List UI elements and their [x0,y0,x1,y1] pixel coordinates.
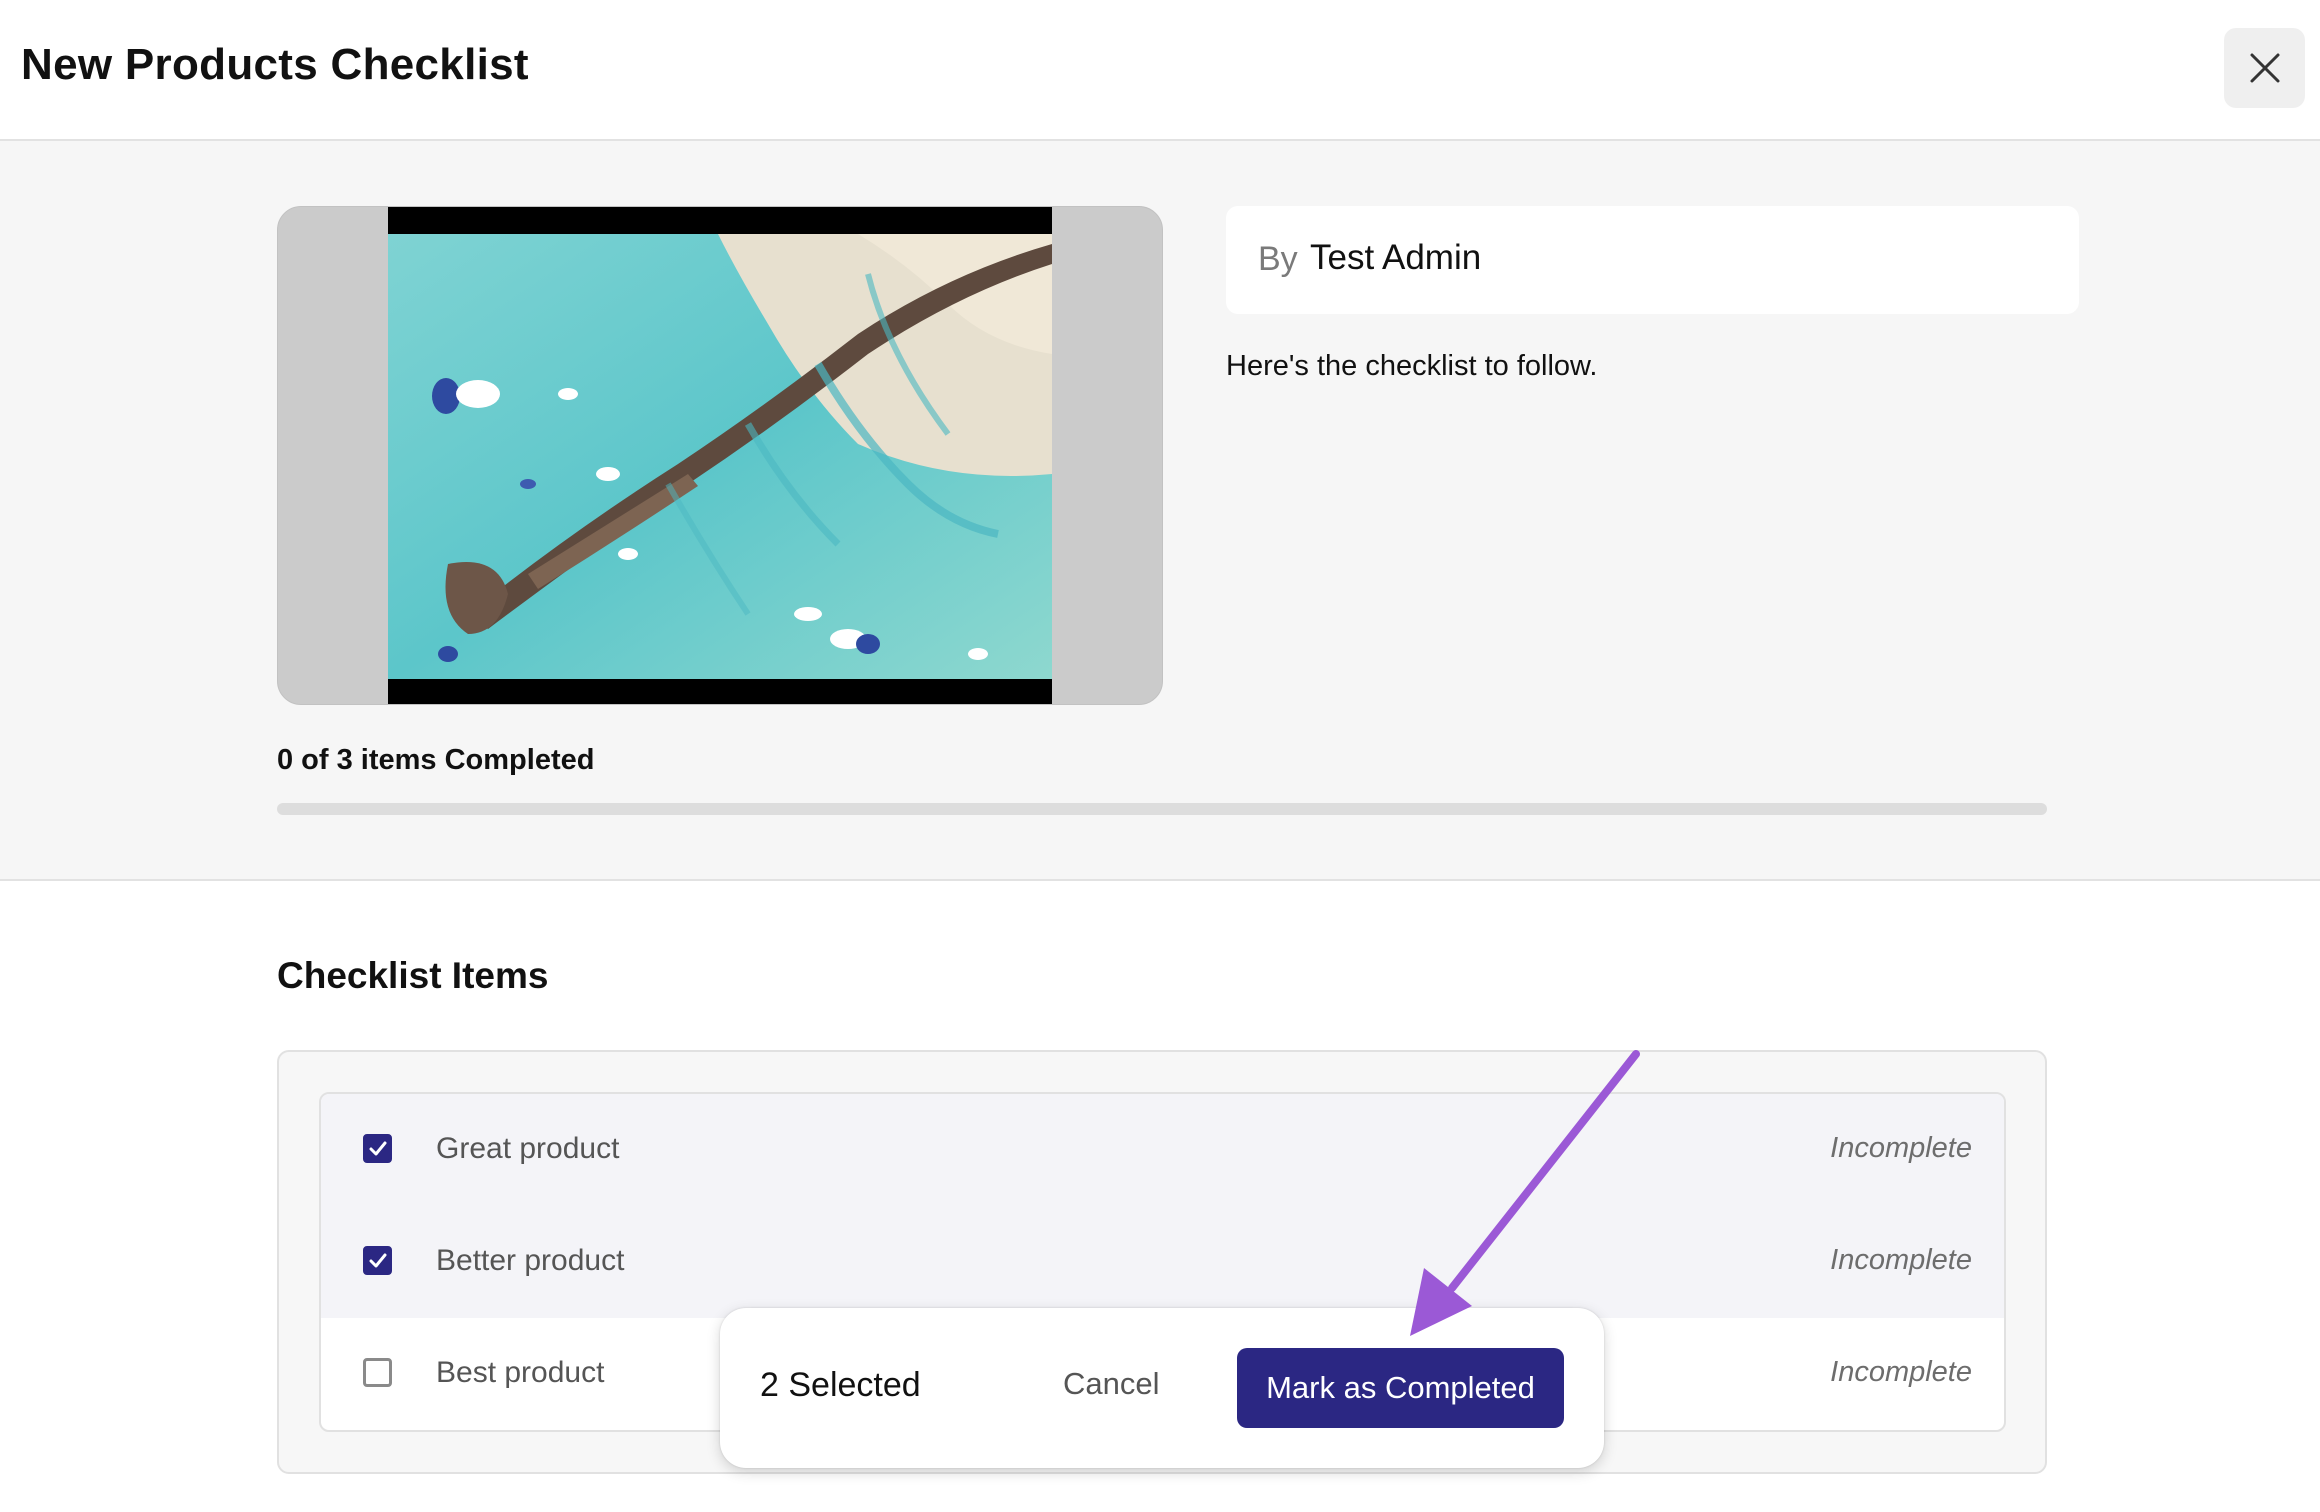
item-checkbox[interactable] [363,1358,392,1387]
item-status: Incomplete [1830,1132,1972,1164]
close-icon [2250,53,2279,83]
list-item[interactable]: Better product Incomplete [321,1206,2004,1318]
author-name: Test Admin [1310,238,1482,277]
check-icon [369,1141,386,1155]
hero-section: By Test Admin Here's the checklist to fo… [0,141,2320,881]
satellite-image [388,207,1052,704]
checklist-section-title: Checklist Items [277,955,549,996]
item-checkbox[interactable] [363,1134,392,1163]
progress-text: 0 of 3 items Completed [277,744,595,776]
selected-count: 2 Selected [760,1366,921,1404]
checklist-description: Here's the checklist to follow. [1226,350,1598,382]
author-card: By Test Admin [1226,206,2079,314]
progress-bar [277,803,2047,815]
list-item[interactable]: Great product Incomplete [321,1094,2004,1206]
author-prefix: By [1258,240,1298,278]
close-button[interactable] [2224,28,2305,108]
item-label: Best product [436,1356,605,1389]
page-title: New Products Checklist [21,40,529,89]
item-label: Better product [436,1244,625,1277]
media-frame [277,206,1163,705]
cancel-button[interactable]: Cancel [1063,1366,1160,1402]
item-checkbox[interactable] [363,1246,392,1275]
mark-as-completed-button[interactable]: Mark as Completed [1237,1348,1564,1428]
item-label: Great product [436,1132,620,1165]
item-status: Incomplete [1830,1244,1972,1276]
check-icon [369,1253,386,1267]
item-status: Incomplete [1830,1356,1972,1388]
bulk-action-bar: 2 Selected Cancel Mark as Completed [720,1308,1604,1468]
modal-header: New Products Checklist [0,0,2320,141]
satellite-image-art [388,234,1052,679]
